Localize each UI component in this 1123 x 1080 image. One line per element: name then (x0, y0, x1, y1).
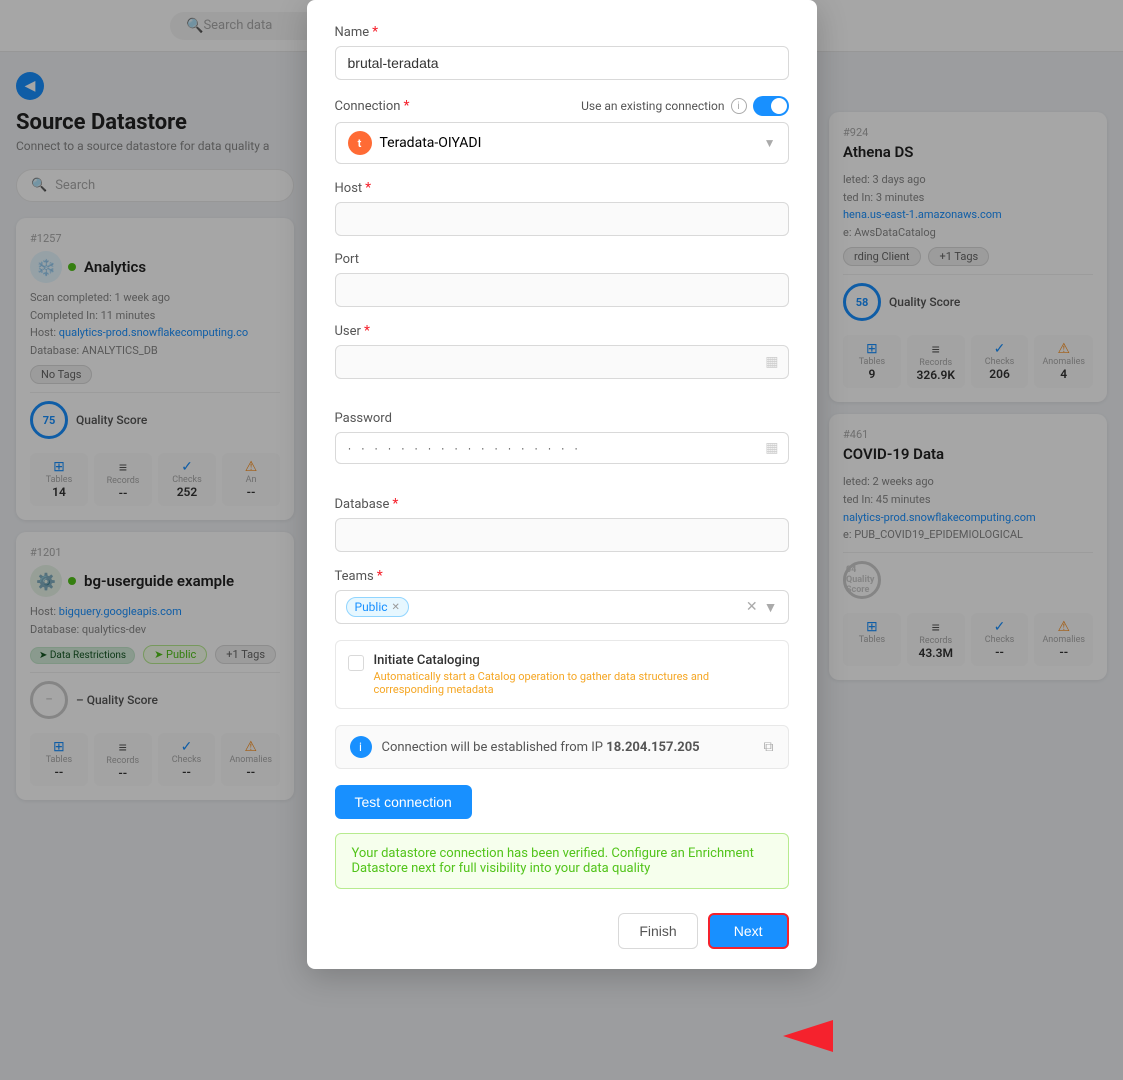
ip-value: 18.204.157.205 (606, 740, 699, 755)
finish-button[interactable]: Finish (618, 913, 697, 949)
database-input[interactable] (335, 518, 789, 552)
datastore-modal: Name * Connection * Use an existing conn… (307, 0, 817, 969)
connection-dropdown[interactable]: t Teradata-OIYADI ▼ (335, 122, 789, 164)
toggle-switch[interactable] (753, 96, 789, 116)
user-required: * (364, 323, 370, 339)
teams-required: * (377, 568, 383, 584)
user-input[interactable] (335, 345, 789, 379)
teams-label: Teams * (335, 568, 789, 584)
use-existing-label: Use an existing connection (581, 99, 724, 113)
success-text: Your datastore connection has been verif… (352, 846, 772, 876)
port-label: Port (335, 252, 789, 267)
password-field-wrapper: ▦ (335, 432, 789, 464)
initiate-cataloging-checkbox[interactable] (348, 655, 364, 671)
connection-label: Connection * (335, 98, 410, 114)
ip-text: Connection will be established from IP 1… (382, 740, 700, 755)
teams-field[interactable]: Public ✕ ✕ ▼ (335, 590, 789, 624)
db-required: * (392, 496, 398, 512)
teams-dropdown-arrow[interactable]: ▼ (764, 599, 778, 616)
user-label: User * (335, 323, 789, 339)
test-connection-button[interactable]: Test connection (335, 785, 472, 819)
initiate-cataloging-text: Initiate Cataloging Automatically start … (374, 653, 776, 696)
host-input[interactable] (335, 202, 789, 236)
ip-info-icon: i (350, 736, 372, 758)
password-input[interactable] (335, 432, 789, 464)
user-field-wrapper: ▦ (335, 345, 789, 379)
info-icon[interactable]: i (731, 98, 747, 114)
host-required: * (365, 180, 371, 196)
red-arrow-shape (753, 1020, 833, 1052)
teradata-icon: t (348, 131, 372, 155)
copy-ip-icon[interactable]: ⧉ (764, 739, 774, 755)
public-team-tag[interactable]: Public ✕ (346, 597, 409, 617)
name-input[interactable] (335, 46, 789, 80)
clear-teams-icon[interactable]: ✕ (746, 599, 758, 616)
name-label: Name * (335, 24, 789, 40)
ip-info-box: i Connection will be established from IP… (335, 725, 789, 769)
host-label: Host * (335, 180, 789, 196)
port-input[interactable] (335, 273, 789, 307)
database-label: Database * (335, 496, 789, 512)
next-arrow-indicator (753, 1020, 833, 1052)
connection-required: * (403, 98, 409, 114)
user-end-icon: ▦ (765, 354, 778, 370)
connection-header: Connection * Use an existing connection … (335, 96, 789, 116)
success-box: Your datastore connection has been verif… (335, 833, 789, 889)
modal-footer: Finish Next (335, 905, 789, 949)
password-label: Password (335, 411, 789, 426)
use-existing-toggle[interactable]: Use an existing connection i (581, 96, 788, 116)
connection-value: Teradata-OIYADI (380, 135, 482, 151)
initiate-cataloging-row: Initiate Cataloging Automatically start … (335, 640, 789, 709)
teams-actions: ✕ ▼ (746, 599, 778, 616)
remove-team-icon[interactable]: ✕ (392, 602, 400, 613)
dropdown-arrow-icon: ▼ (764, 136, 776, 150)
password-end-icon: ▦ (765, 440, 778, 456)
next-button[interactable]: Next (708, 913, 789, 949)
name-required: * (372, 24, 378, 40)
